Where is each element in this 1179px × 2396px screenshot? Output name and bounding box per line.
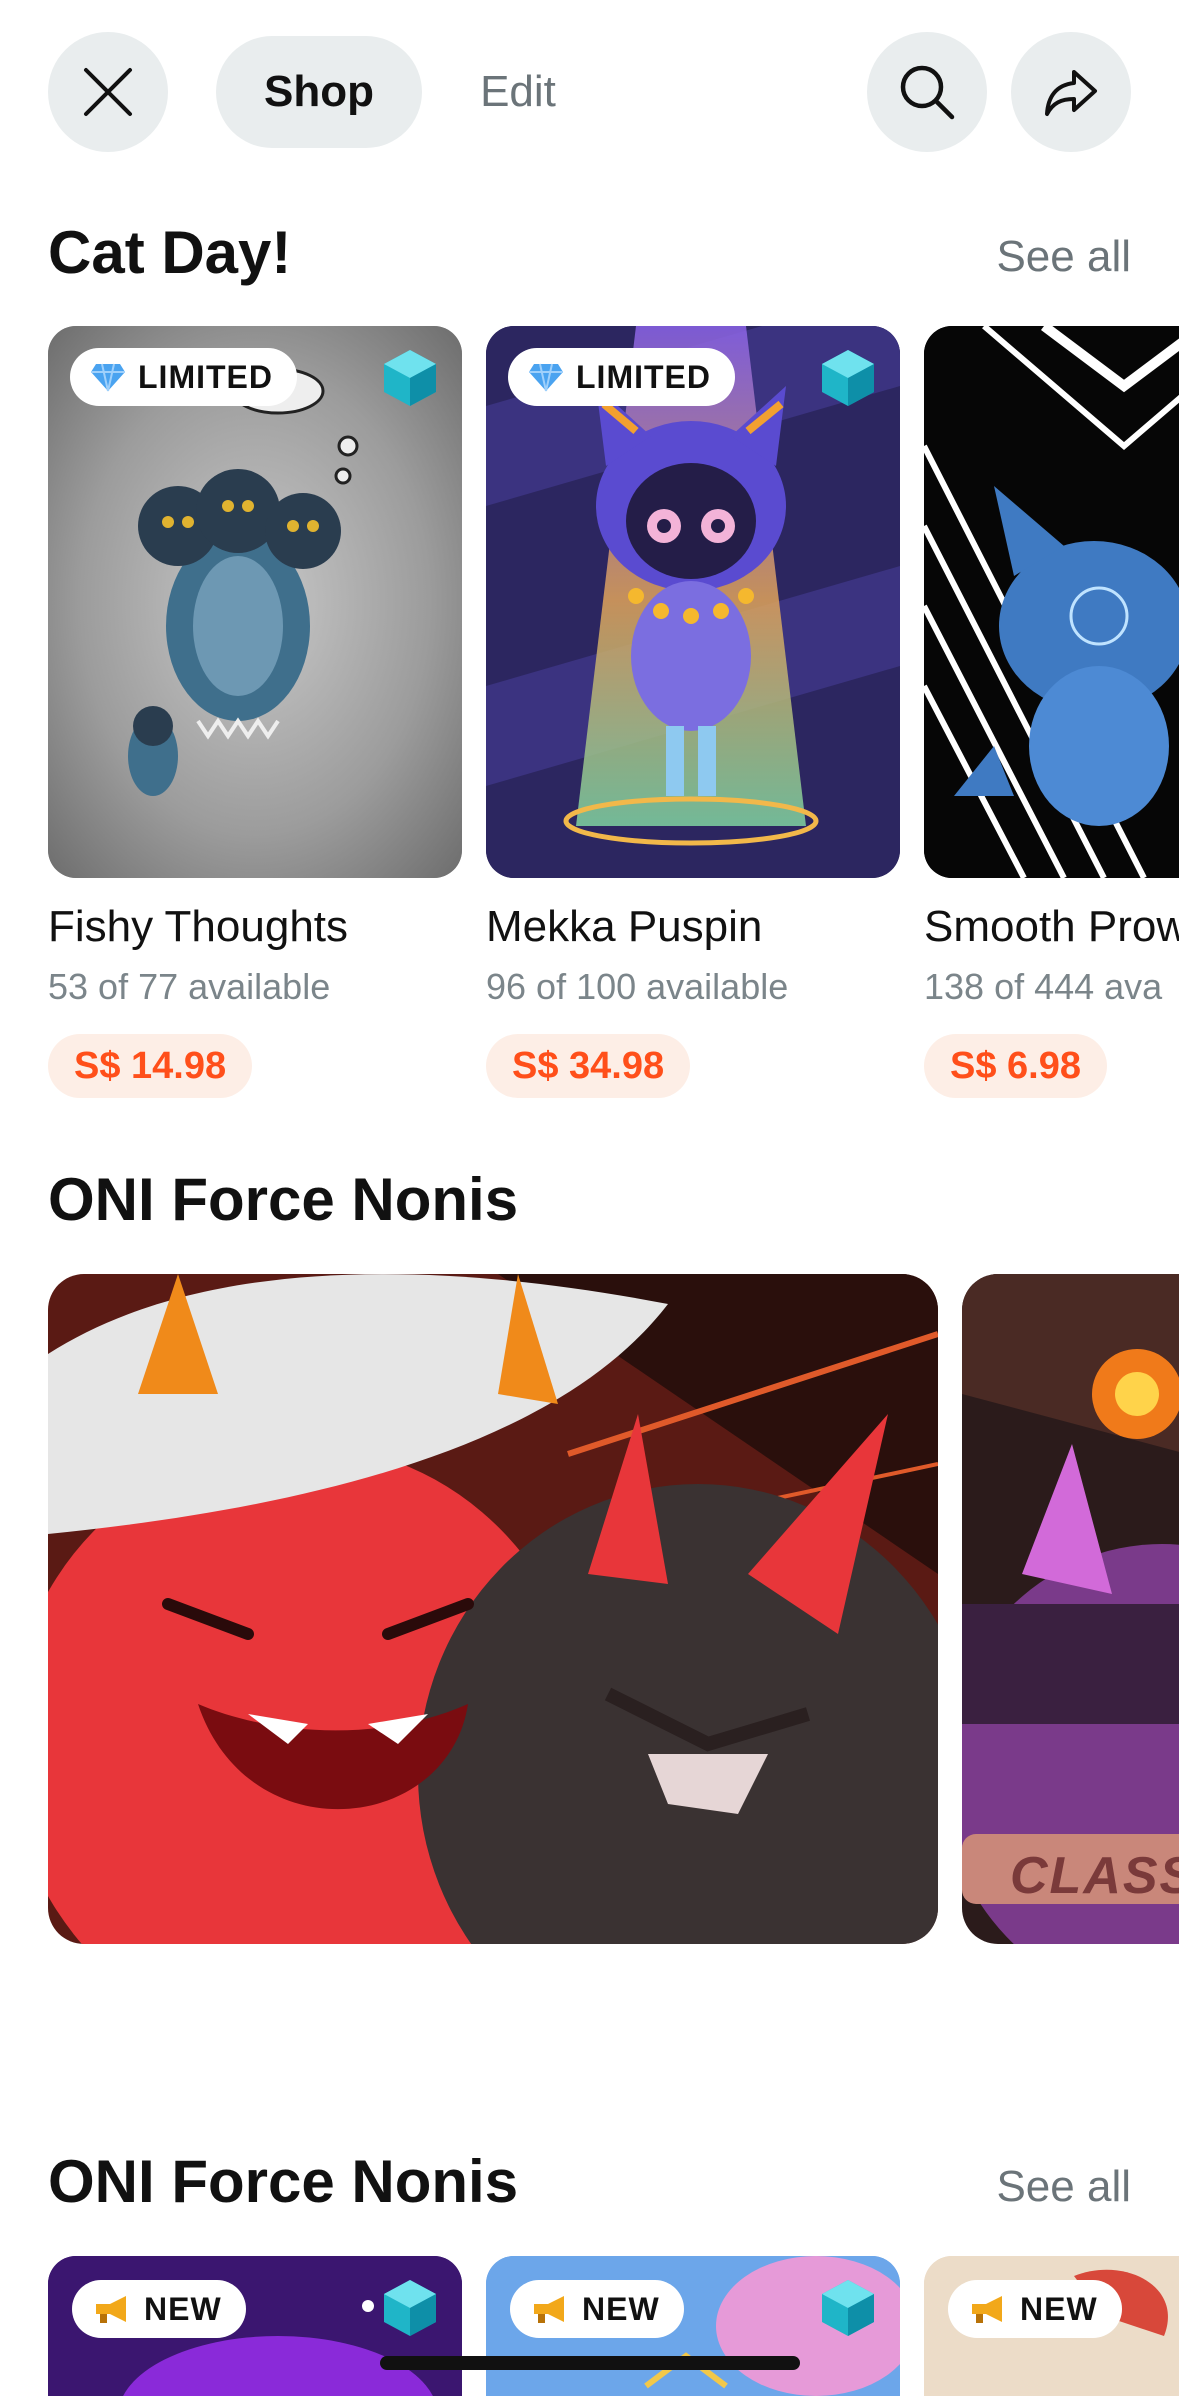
see-all-cat-day[interactable]: See all [996,232,1131,282]
oni-banner-2-art [962,1274,1179,1944]
see-all-oni[interactable]: See all [996,2162,1131,2212]
product-availability: 138 of 444 ava [924,966,1163,1007]
badge-label: LIMITED [576,358,711,395]
shop-page: Shop Edit Cat Day! See all LIMITED Fishy… [0,0,1179,2396]
cube-icon [382,348,438,413]
product-image: NEW [486,2256,900,2396]
product-card-fishy-thoughts[interactable]: LIMITED Fishy Thoughts 53 of 77 availabl… [48,326,462,1098]
featured-banner-oni-2[interactable]: CLASS [962,1274,1179,1944]
search-button[interactable] [867,32,987,152]
close-button[interactable] [48,32,168,152]
search-icon [900,65,955,120]
product-image: LIMITED [48,326,462,878]
home-indicator[interactable] [380,2356,800,2370]
close-icon [84,68,132,116]
product-name: Fishy Thoughts [48,902,349,951]
badge-label: NEW [582,2290,660,2327]
product-image: NEW [924,2256,1179,2396]
product-name: Mekka Puspin [486,902,763,951]
section-title-oni-banner: ONI Force Nonis [48,1166,519,1233]
product-image: NEW [48,2256,462,2396]
product-card-oni-1[interactable]: NEW [48,2256,462,2396]
badge-label: LIMITED [138,358,273,395]
badge-label: NEW [144,2290,222,2327]
share-button[interactable] [1011,32,1131,152]
featured-banner-oni[interactable] [48,1274,938,1944]
cube-icon [382,2278,438,2343]
product-card-mekka-puspin[interactable]: LIMITED Mekka Puspin 96 of 100 available… [486,326,900,1098]
smooth-prow-art [924,326,1179,878]
megaphone-icon [530,2294,570,2324]
product-image [924,326,1179,878]
product-card-oni-3[interactable]: NEW [924,2256,1179,2396]
badge-label: NEW [1020,2290,1098,2327]
limited-badge: LIMITED [70,348,297,406]
price-tag: S$ 6.98 [924,1034,1107,1098]
section-title-oni-list: ONI Force Nonis [48,2148,519,2215]
tab-shop-label: Shop [264,67,374,116]
limited-badge: LIMITED [508,348,735,406]
product-availability: 96 of 100 available [486,966,789,1007]
product-card-smooth-prow[interactable]: Smooth Prow 138 of 444 ava S$ 6.98 [924,326,1179,1098]
product-image: LIMITED [486,326,900,878]
share-icon [1045,70,1097,116]
new-badge: NEW [948,2280,1122,2338]
megaphone-icon [968,2294,1008,2324]
new-badge: NEW [510,2280,684,2338]
product-card-oni-2[interactable]: NEW [486,2256,900,2396]
tab-shop[interactable]: Shop [216,36,422,148]
diamond-icon [90,362,126,392]
new-badge: NEW [72,2280,246,2338]
cube-icon [820,348,876,413]
price-tag: S$ 34.98 [486,1034,691,1098]
tab-edit-label: Edit [480,67,556,116]
banner-class-text: CLASS [1010,1847,1179,1905]
product-availability: 53 of 77 available [48,966,331,1007]
megaphone-icon [92,2294,132,2324]
cube-icon [820,2278,876,2343]
diamond-icon [528,362,564,392]
section-title-cat-day: Cat Day! [48,219,292,286]
top-bar: Shop Edit [48,32,1131,152]
price-tag: S$ 14.98 [48,1034,253,1098]
product-name: Smooth Prow [924,902,1179,951]
tab-edit[interactable]: Edit [448,36,588,148]
oni-banner-art [48,1274,938,1944]
